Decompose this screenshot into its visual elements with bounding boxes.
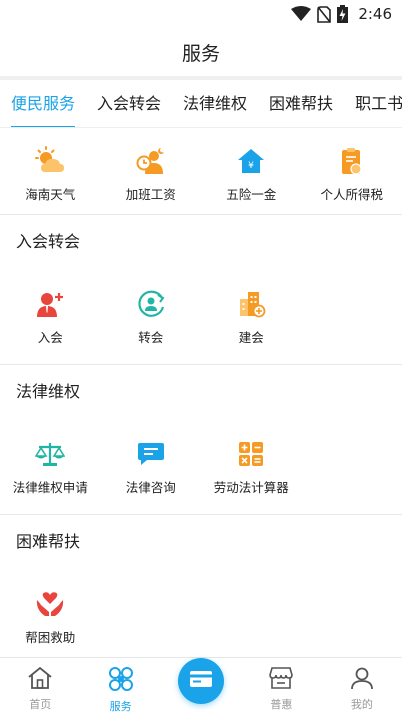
legal-consult-item[interactable]: 法律咨询 — [101, 437, 202, 514]
wifi-icon — [291, 6, 312, 22]
overtime-pay-item[interactable]: 加班工资 — [101, 144, 202, 214]
home-icon — [27, 666, 53, 694]
labor-calculator-label: 劳动法计算器 — [213, 480, 289, 495]
tab-join-transfer[interactable]: 入会转会 — [86, 80, 172, 127]
section-title-hardship-aid: 困难帮扶 — [16, 532, 81, 551]
category-tabs: 便民服务 入会转会 法律维权 困难帮扶 职工书屋 — [0, 80, 402, 128]
hardship-relief-label: 帮困救助 — [25, 630, 76, 645]
battery-charging-icon — [337, 5, 349, 23]
legal-rights-apply-item[interactable]: 法律维权申请 — [0, 437, 101, 514]
weather-icon — [33, 144, 67, 178]
tab-legal-rights[interactable]: 法律维权 — [172, 80, 258, 127]
calculator-icon — [234, 437, 268, 471]
nav-benefits-label: 普惠 — [270, 698, 293, 711]
transfer-union-icon — [134, 287, 168, 321]
nav-services-label: 服务 — [109, 700, 132, 713]
join-union-label: 入会 — [37, 330, 63, 345]
nav-mine[interactable]: 我的 — [322, 658, 402, 714]
section-title-legal-rights: 法律维权 — [16, 382, 81, 401]
overtime-pay-label: 加班工资 — [125, 187, 176, 202]
tab-worker-library[interactable]: 职工书屋 — [344, 80, 402, 127]
status-bar: 2:46 — [0, 0, 402, 28]
hardship-aid-grid: 帮困救助 — [0, 567, 402, 664]
nav-services[interactable]: 服务 — [80, 658, 160, 714]
services-icon — [108, 666, 134, 696]
center-card-button[interactable] — [178, 658, 224, 704]
income-tax-icon — [335, 144, 369, 178]
insurance-fund-item[interactable]: ¥ 五险一金 — [201, 144, 302, 214]
income-tax-item[interactable]: 个人所得税 — [302, 144, 402, 214]
overtime-pay-icon — [134, 144, 168, 178]
join-union-icon — [33, 287, 67, 321]
section-title-join-transfer: 入会转会 — [16, 232, 81, 251]
join-union-item[interactable]: 入会 — [0, 287, 101, 364]
page-title: 服务 — [181, 42, 220, 65]
labor-calculator-item[interactable]: 劳动法计算器 — [201, 437, 302, 514]
no-sim-icon — [317, 5, 332, 23]
shop-icon — [268, 666, 294, 694]
build-union-label: 建会 — [238, 330, 264, 345]
weather-item[interactable]: 海南天气 — [0, 144, 101, 214]
income-tax-label: 个人所得税 — [320, 187, 383, 202]
nav-home[interactable]: 首页 — [0, 658, 80, 714]
scales-icon — [33, 437, 67, 471]
nav-center — [161, 658, 241, 714]
clock: 2:46 — [358, 5, 392, 23]
build-union-item[interactable]: 建会 — [201, 287, 302, 364]
card-icon — [189, 670, 213, 692]
nav-benefits[interactable]: 普惠 — [241, 658, 321, 714]
tab-convenience[interactable]: 便民服务 — [0, 80, 86, 127]
weather-label: 海南天气 — [25, 187, 76, 202]
chat-icon — [134, 437, 168, 471]
bottom-navigation: 首页 服务 普惠 我的 — [0, 657, 402, 714]
transfer-union-label: 转会 — [138, 330, 164, 345]
insurance-house-icon: ¥ — [234, 144, 268, 178]
svg-text:¥: ¥ — [248, 161, 254, 171]
build-union-icon — [234, 287, 268, 321]
hands-heart-icon — [33, 587, 67, 621]
convenience-grid: 海南天气 加班工资 ¥ 五险一金 个人所得税 — [0, 128, 402, 214]
tab-hardship-aid[interactable]: 困难帮扶 — [258, 80, 344, 127]
legal-rights-grid: 法律维权申请 法律咨询 劳动法计算器 — [0, 417, 402, 514]
legal-rights-apply-label: 法律维权申请 — [12, 480, 88, 495]
transfer-union-item[interactable]: 转会 — [101, 287, 202, 364]
hardship-relief-item[interactable]: 帮困救助 — [0, 587, 101, 664]
legal-consult-label: 法律咨询 — [125, 480, 176, 495]
user-icon — [350, 666, 374, 694]
nav-home-label: 首页 — [29, 698, 52, 711]
join-transfer-grid: 入会 转会 建会 — [0, 267, 402, 364]
insurance-fund-label: 五险一金 — [226, 187, 277, 202]
nav-mine-label: 我的 — [350, 698, 373, 711]
